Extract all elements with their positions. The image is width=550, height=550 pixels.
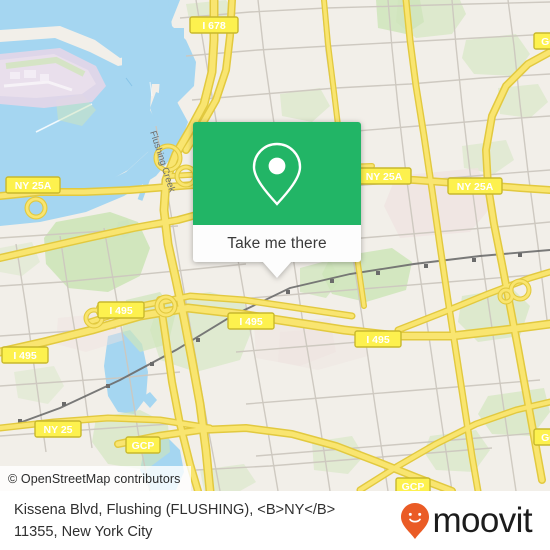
- route-shield-label: I 495: [366, 334, 390, 346]
- route-shield: NY 25A: [447, 177, 503, 195]
- callout-icon-panel: [193, 122, 361, 225]
- route-shield: NY 25A: [356, 167, 412, 185]
- route-shield: GCP: [395, 477, 431, 491]
- route-shield-label: GCP: [132, 440, 155, 452]
- route-shield: I 495: [97, 301, 145, 319]
- address-line-1: Kissena Blvd, Flushing (FLUSHING), <B>NY…: [14, 501, 336, 518]
- route-shield-label: GC: [541, 36, 550, 48]
- route-shield-label: GC: [541, 432, 550, 444]
- route-shield-label: NY 25A: [15, 180, 52, 192]
- route-shield-label: GCP: [402, 481, 425, 491]
- route-shield: I 678: [189, 16, 239, 34]
- callout-action-bar[interactable]: Take me there: [193, 225, 361, 262]
- route-shield: I 495: [1, 346, 49, 364]
- route-shield-label: I 495: [109, 305, 133, 317]
- moovit-pin-smiley-icon: [400, 502, 429, 539]
- route-shield: GCP: [125, 436, 161, 454]
- route-shield-label: NY 25A: [457, 181, 494, 193]
- route-shield-label: NY 25A: [366, 171, 403, 183]
- route-shield: GC: [533, 32, 550, 50]
- route-shield-label: NY 25: [44, 424, 73, 436]
- osm-attribution-text: © OpenStreetMap contributors: [8, 471, 181, 486]
- map-pin-icon: [252, 142, 302, 206]
- moovit-brand[interactable]: moovit: [400, 502, 533, 540]
- footer-bar: Kissena Blvd, Flushing (FLUSHING), <B>NY…: [0, 491, 550, 550]
- location-callout-card[interactable]: Take me there: [193, 122, 361, 278]
- route-shield: NY 25: [34, 420, 82, 438]
- address-line-2: 11355, New York City: [14, 523, 153, 540]
- route-shield-label: I 495: [13, 350, 37, 362]
- address-block: Kissena Blvd, Flushing (FLUSHING), <B>NY…: [14, 499, 335, 543]
- callout-tail: [262, 261, 292, 278]
- route-shield: I 495: [227, 312, 275, 330]
- route-shield-label: I 678: [202, 20, 226, 32]
- take-me-there-label: Take me there: [227, 234, 327, 252]
- route-shield: GC: [533, 428, 550, 446]
- route-shield: I 495: [354, 330, 402, 348]
- moovit-wordmark: moovit: [432, 501, 533, 540]
- route-shield-label: I 495: [239, 316, 263, 328]
- map-page: Flushing Creek I 678NY 25ANY 25ANY 25AGC…: [0, 0, 550, 550]
- osm-attribution[interactable]: © OpenStreetMap contributors: [0, 466, 191, 491]
- route-shield: NY 25A: [5, 176, 61, 194]
